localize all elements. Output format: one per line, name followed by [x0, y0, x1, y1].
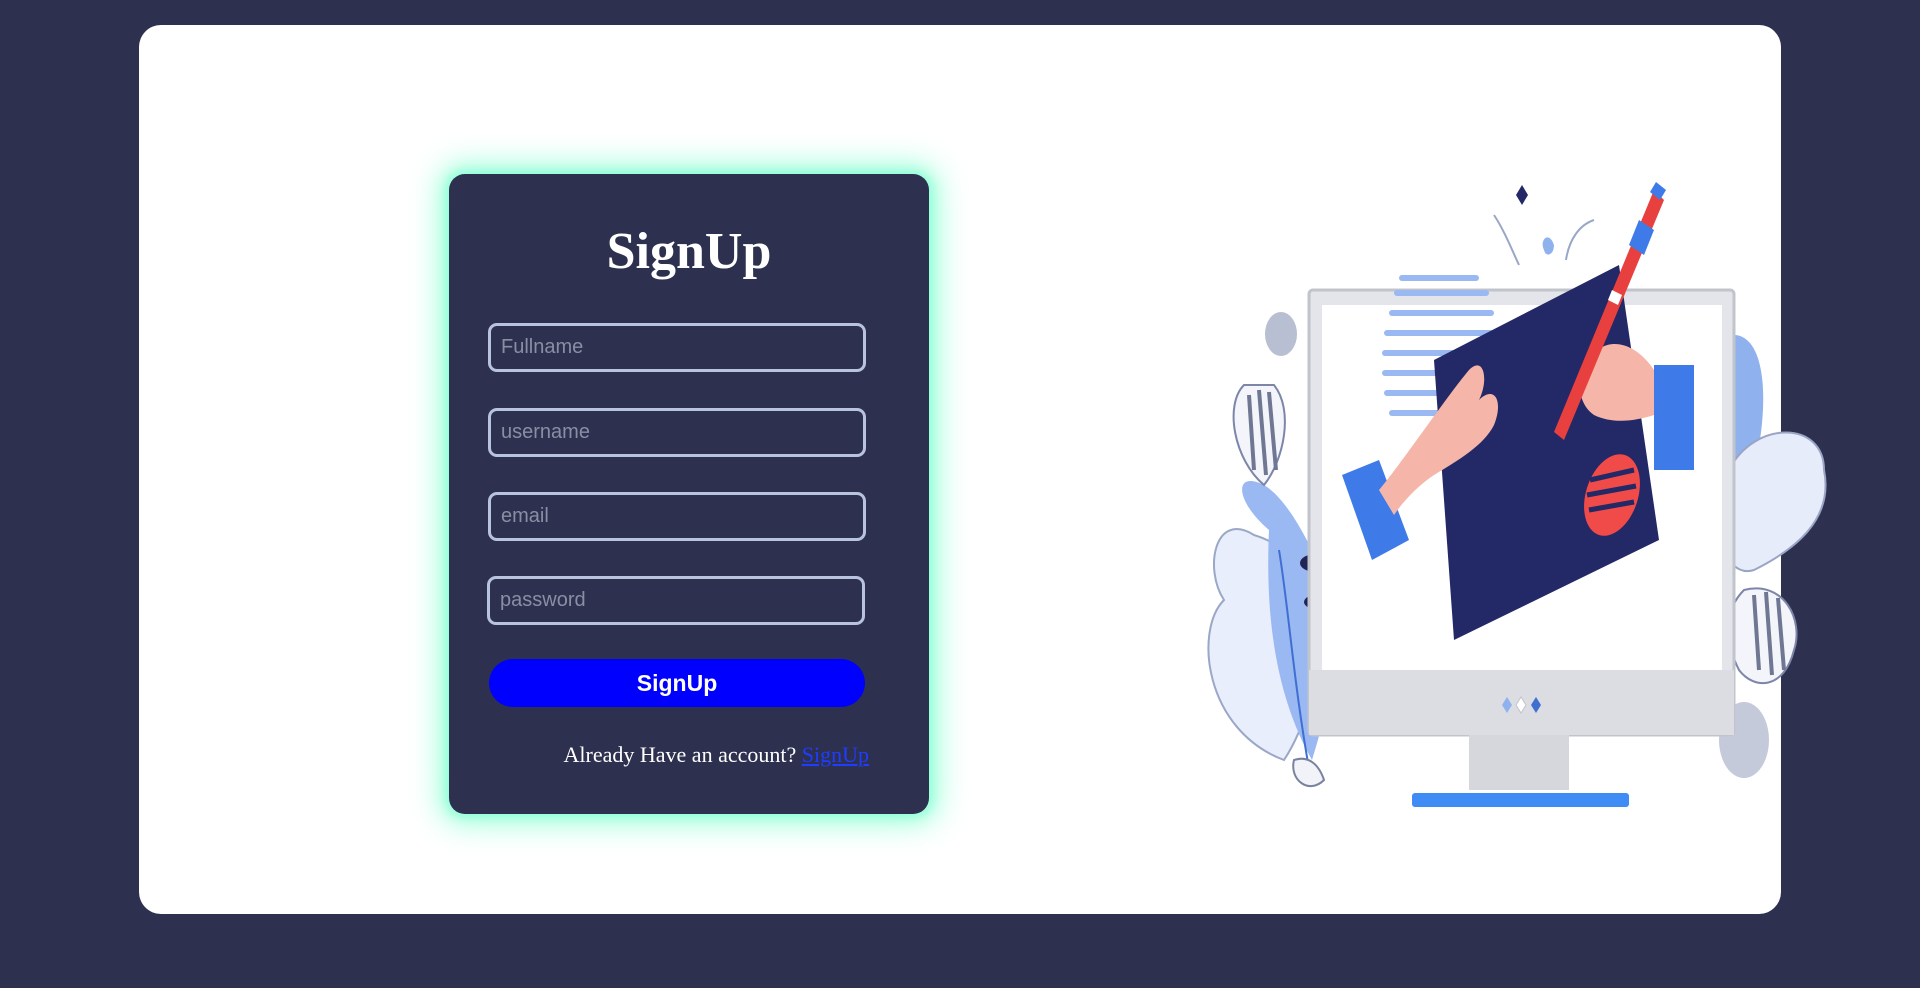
- account-prompt-text: Already Have an account?: [563, 742, 797, 767]
- email-input[interactable]: [488, 492, 866, 541]
- signup-link[interactable]: SignUp: [802, 742, 869, 767]
- form-title: SignUp: [606, 223, 772, 280]
- password-input[interactable]: [487, 576, 865, 625]
- fullname-input[interactable]: [488, 323, 866, 372]
- username-input[interactable]: [488, 408, 866, 457]
- signup-button[interactable]: SignUp: [489, 659, 865, 707]
- computer-drawing-illustration-icon: [1207, 182, 1827, 807]
- main-card: SignUp SignUp Already Have an account? S…: [139, 25, 1827, 914]
- signup-form: SignUp SignUp Already Have an account? S…: [449, 174, 929, 814]
- page: SignUp SignUp Already Have an account? S…: [0, 0, 1920, 988]
- account-prompt: Already Have an account? SignUp: [449, 741, 869, 769]
